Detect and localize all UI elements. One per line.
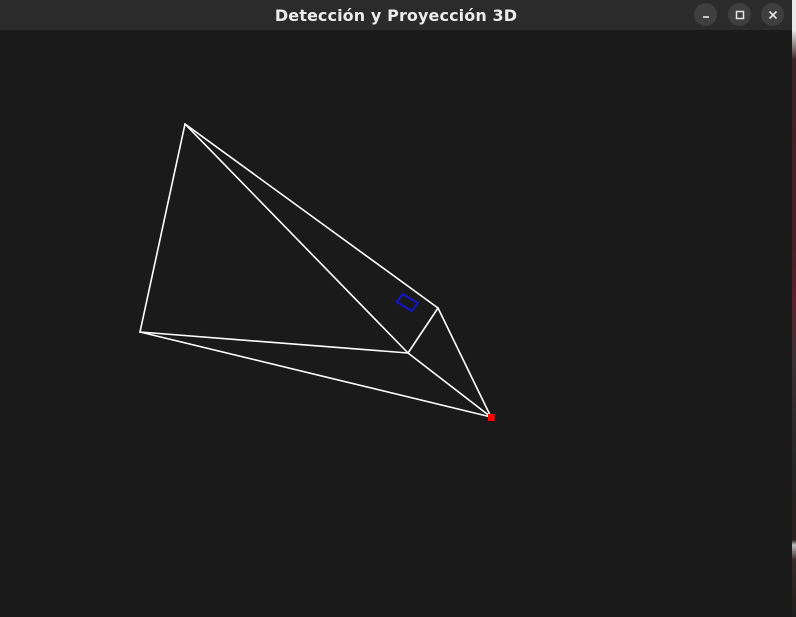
frustum-edge xyxy=(184,123,409,354)
app-window: Detección y Proyección 3D xyxy=(0,0,796,617)
projection-scene xyxy=(139,123,495,421)
maximize-button[interactable] xyxy=(728,3,751,26)
close-icon xyxy=(768,10,777,19)
frustum-edge xyxy=(407,307,439,354)
frustum-edge xyxy=(139,123,186,333)
frustum-wireframe xyxy=(139,123,492,418)
minimize-icon xyxy=(702,15,709,18)
maximize-icon xyxy=(735,10,744,19)
minimize-button[interactable] xyxy=(694,3,717,26)
frustum-edge xyxy=(437,307,492,418)
projection-point xyxy=(488,414,495,421)
detection-box xyxy=(395,292,420,313)
background-window-edge xyxy=(792,0,796,617)
title-bar[interactable]: Detección y Proyección 3D xyxy=(0,0,792,30)
close-button[interactable] xyxy=(761,3,784,26)
window-title: Detección y Proyección 3D xyxy=(274,5,518,25)
frustum-edge xyxy=(139,331,492,418)
frustum-edge xyxy=(184,123,439,309)
projection-canvas[interactable] xyxy=(0,30,792,617)
